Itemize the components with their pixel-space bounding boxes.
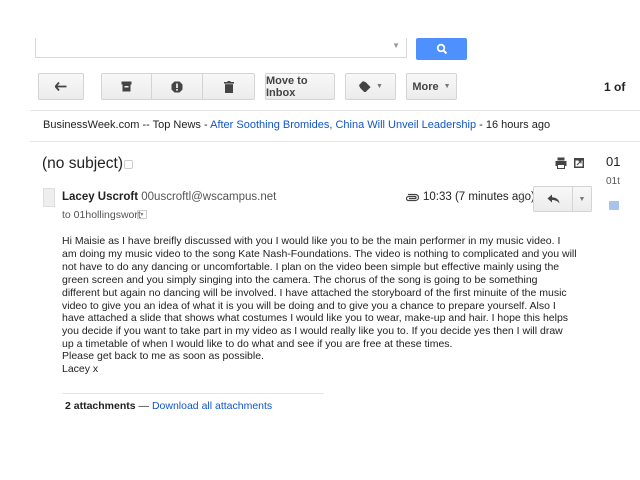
attachments-summary: 2 attachments — Download all attachments [65, 400, 272, 412]
divider [30, 110, 640, 111]
important-marker-icon[interactable] [124, 160, 133, 169]
chevron-down-icon: ▼ [578, 195, 586, 203]
news-headline-link[interactable]: After Soothing Bromides, China Will Unve… [210, 119, 476, 131]
more-label: More [412, 80, 439, 93]
avatar [43, 188, 55, 207]
move-to-inbox-button[interactable]: Move to Inbox [265, 73, 335, 100]
move-to-inbox-label: Move to Inbox [266, 74, 308, 99]
news-ticker: BusinessWeek.com -- Top News - After Soo… [43, 119, 550, 131]
side-panel-text: 01 [606, 154, 621, 169]
chevron-down-icon: ▼ [443, 83, 451, 90]
search-icon [436, 43, 447, 55]
divider [62, 393, 324, 394]
print-icon[interactable] [555, 157, 567, 169]
recipient-line: to 01hollingswort [62, 209, 141, 221]
labels-button[interactable]: ▼ [345, 73, 396, 100]
paperclip-icon [405, 193, 419, 202]
more-reply-options-button[interactable]: ▼ [572, 187, 591, 211]
more-button[interactable]: More ▼ [406, 73, 457, 100]
reply-button[interactable] [534, 187, 572, 211]
reply-button-group: ▼ [533, 186, 592, 212]
sender-name[interactable]: Lacey Uscroft [62, 191, 138, 203]
star-icon[interactable]: ☆ [516, 188, 529, 205]
back-to-inbox-button[interactable] [38, 73, 84, 100]
download-all-attachments-link[interactable]: Download all attachments [152, 400, 272, 412]
sender-email: 00uscroftl@wscampus.net [141, 191, 277, 203]
message-subject: (no subject) [42, 155, 123, 172]
message-signoff: Please get back to me as soon as possibl… [62, 350, 264, 376]
side-panel-icon[interactable] [609, 201, 619, 210]
sender-line: Lacey Uscroft 00uscroftl@wscampus.net [62, 191, 276, 203]
divider [30, 141, 640, 142]
chevron-down-icon: ▼ [376, 83, 383, 90]
delete-button[interactable] [202, 74, 254, 99]
search-input[interactable]: ▼ [35, 38, 407, 58]
archive-button[interactable] [102, 74, 151, 99]
back-arrow-icon [55, 82, 67, 91]
news-source: BusinessWeek.com -- Top News - [43, 119, 208, 131]
side-panel-text: 01t [606, 176, 620, 187]
show-details-icon[interactable]: ▼ [137, 210, 147, 219]
action-button-group [101, 73, 255, 100]
reply-icon [547, 194, 559, 204]
page-indicator: 1 of [604, 80, 626, 94]
attachments-count: 2 attachments [65, 400, 136, 412]
message-signature: Lacey x [62, 363, 99, 375]
news-age: - 16 hours ago [479, 119, 551, 131]
search-options-caret-icon[interactable]: ▼ [392, 41, 400, 50]
message-closing: Please get back to me as soon as possibl… [62, 350, 264, 362]
trash-icon [223, 80, 234, 93]
new-window-icon[interactable] [573, 157, 585, 169]
label-icon [359, 81, 371, 92]
attachments-separator: — [138, 400, 150, 412]
archive-icon [121, 81, 132, 92]
report-spam-button[interactable] [151, 74, 202, 99]
report-spam-icon [171, 81, 183, 92]
search-button[interactable] [416, 38, 467, 60]
message-body: Hi Maisie as I have breifly discussed wi… [62, 235, 577, 351]
